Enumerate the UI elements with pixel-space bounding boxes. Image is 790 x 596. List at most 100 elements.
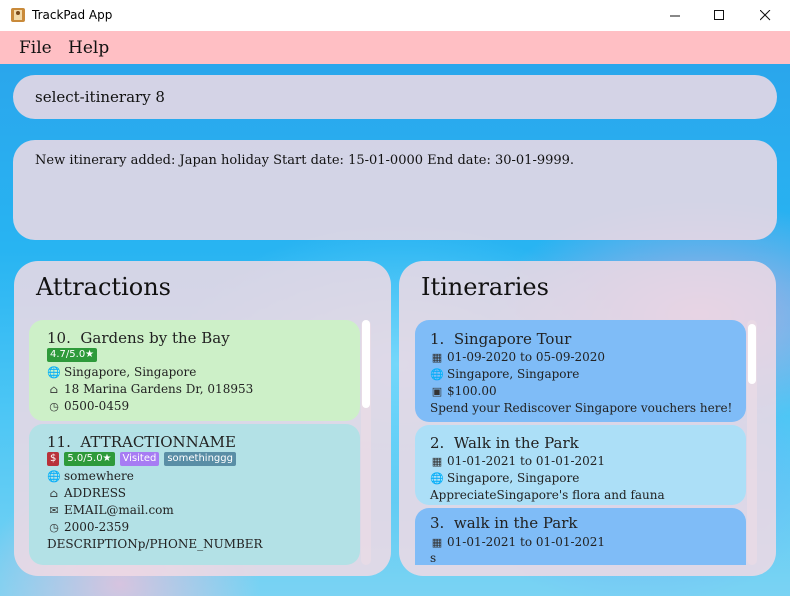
attraction-hours: ◷ 0500-0459 <box>47 399 129 413</box>
budget-text: $100.00 <box>447 384 497 398</box>
rating-badge: 4.7/5.0★ <box>47 348 98 362</box>
itinerary-name-line: 1. Singapore Tour <box>430 330 571 348</box>
hours-text: 0500-0459 <box>64 399 130 413</box>
money-icon: ▣ <box>431 384 443 398</box>
dates-text: 01-01-2021 to 01-01-2021 <box>447 535 606 549</box>
itinerary-name-line: 3. walk in the Park <box>430 514 577 532</box>
window-title: TrackPad App <box>32 8 113 22</box>
price-badge: $ <box>47 452 60 466</box>
itinerary-name: Singapore Tour <box>453 330 572 348</box>
itinerary-description: s <box>430 551 436 565</box>
mail-icon: ✉ <box>49 503 59 517</box>
home-icon: ⌂ <box>49 486 59 500</box>
attractions-list[interactable]: 10. Gardens by the Bay 4.7/5.0★ 🌐 Singap… <box>29 320 360 565</box>
maximize-icon <box>713 10 724 20</box>
attraction-card-selected[interactable]: 10. Gardens by the Bay 4.7/5.0★ 🌐 Singap… <box>29 320 360 421</box>
description-text: AppreciateSingapore's flora and fauna <box>430 488 665 502</box>
description-text: Spend your Rediscover Singapore vouchers… <box>430 401 733 415</box>
attractions-title: Attractions <box>36 273 171 301</box>
itinerary-card-selected[interactable]: 1. Singapore Tour ▦ 01-09-2020 to 05-09-… <box>415 320 746 422</box>
calendar-icon: ▦ <box>431 454 443 468</box>
attraction-name: Gardens by the Bay <box>80 329 230 347</box>
itinerary-index: 1. <box>430 330 445 348</box>
result-display: New itinerary added: Japan holiday Start… <box>13 140 777 240</box>
attractions-scrollbar[interactable] <box>361 320 371 565</box>
calendar-icon: ▦ <box>431 535 443 549</box>
itineraries-list[interactable]: 1. Singapore Tour ▦ 01-09-2020 to 05-09-… <box>415 320 746 565</box>
location-text: somewhere <box>64 469 134 483</box>
attraction-badges: 4.7/5.0★ <box>47 348 102 362</box>
result-text: New itinerary added: Japan holiday Start… <box>35 153 575 168</box>
email-text: EMAIL@mail.com <box>64 503 174 517</box>
itinerary-description: AppreciateSingapore's flora and fauna <box>430 488 665 502</box>
maximize-button[interactable] <box>696 0 742 31</box>
menu-bar: File Help <box>0 31 790 64</box>
itinerary-budget: ▣ $100.00 <box>430 384 497 398</box>
minimize-icon <box>669 15 680 17</box>
globe-icon: 🌐 <box>47 365 61 379</box>
itinerary-dates: ▦ 01-01-2021 to 01-01-2021 <box>430 535 605 549</box>
attraction-location: 🌐 somewhere <box>47 469 134 483</box>
globe-icon: 🌐 <box>47 469 61 483</box>
globe-icon: 🌐 <box>430 471 444 485</box>
window-titlebar: TrackPad App <box>0 0 790 31</box>
menu-help[interactable]: Help <box>68 38 109 58</box>
itinerary-name-line: 2. Walk in the Park <box>430 434 579 452</box>
attraction-location: 🌐 Singapore, Singapore <box>47 365 196 379</box>
itinerary-index: 2. <box>430 434 445 452</box>
attraction-name-line: 10. Gardens by the Bay <box>47 329 230 347</box>
dates-text: 01-01-2021 to 01-01-2021 <box>447 454 606 468</box>
location-text: Singapore, Singapore <box>447 367 580 381</box>
attraction-index: 11. <box>47 433 71 451</box>
app-background: select-itinerary 8 New itinerary added: … <box>0 64 790 596</box>
rating-badge: 5.0/5.0★ <box>64 452 115 466</box>
command-input[interactable]: select-itinerary 8 <box>35 88 165 106</box>
command-box[interactable]: select-itinerary 8 <box>13 75 777 119</box>
attraction-email: ✉ EMAIL@mail.com <box>47 503 174 517</box>
close-button[interactable] <box>742 0 788 31</box>
attraction-name-line: 11. ATTRACTIONNAME <box>47 433 236 451</box>
attraction-card[interactable]: 11. ATTRACTIONNAME $ 5.0/5.0★ Visited so… <box>29 424 360 565</box>
location-text: Singapore, Singapore <box>64 365 197 379</box>
menu-file[interactable]: File <box>19 38 52 58</box>
attraction-address: ⌂ ADDRESS <box>47 486 126 500</box>
home-icon: ⌂ <box>49 382 59 396</box>
attractions-panel: Attractions 10. Gardens by the Bay 4.7/5… <box>14 261 391 576</box>
hours-text: 2000-2359 <box>64 520 130 534</box>
itinerary-name: walk in the Park <box>453 514 578 532</box>
itinerary-card[interactable]: 3. walk in the Park ▦ 01-01-2021 to 01-0… <box>415 508 746 565</box>
itinerary-name: Walk in the Park <box>453 434 579 452</box>
itineraries-scrollbar[interactable] <box>747 320 757 565</box>
dates-text: 01-09-2020 to 05-09-2020 <box>447 350 606 364</box>
description-text: DESCRIPTIONp/PHONE_NUMBER <box>47 537 263 551</box>
attraction-name: ATTRACTIONNAME <box>80 433 236 451</box>
itinerary-card[interactable]: 2. Walk in the Park ▦ 01-01-2021 to 01-0… <box>415 425 746 505</box>
itinerary-location: 🌐 Singapore, Singapore <box>430 471 579 485</box>
attraction-hours: ◷ 2000-2359 <box>47 520 129 534</box>
address-text: ADDRESS <box>64 486 126 500</box>
attraction-index: 10. <box>47 329 71 347</box>
attraction-description: DESCRIPTIONp/PHONE_NUMBER <box>47 537 263 551</box>
attraction-badges: $ 5.0/5.0★ Visited somethinggg <box>47 452 241 466</box>
itinerary-dates: ▦ 01-01-2021 to 01-01-2021 <box>430 454 605 468</box>
attraction-address: ⌂ 18 Marina Gardens Dr, 018953 <box>47 382 253 396</box>
itinerary-location: 🌐 Singapore, Singapore <box>430 367 579 381</box>
itineraries-scroll-thumb[interactable] <box>748 324 756 384</box>
itinerary-description: Spend your Rediscover Singapore vouchers… <box>430 401 732 415</box>
clock-icon: ◷ <box>49 399 59 413</box>
visited-badge: Visited <box>119 452 160 466</box>
app-icon <box>11 8 25 22</box>
close-icon <box>759 10 770 21</box>
itinerary-index: 3. <box>430 514 445 532</box>
itineraries-title: Itineraries <box>421 273 549 301</box>
globe-icon: 🌐 <box>430 367 444 381</box>
calendar-icon: ▦ <box>431 350 443 364</box>
clock-icon: ◷ <box>49 520 59 534</box>
tag-badge: somethinggg <box>164 452 236 466</box>
minimize-button[interactable] <box>652 0 698 31</box>
address-text: 18 Marina Gardens Dr, 018953 <box>64 382 254 396</box>
location-text: Singapore, Singapore <box>447 471 580 485</box>
itineraries-panel: Itineraries 1. Singapore Tour ▦ 01-09-20… <box>399 261 776 576</box>
description-text: s <box>430 551 437 565</box>
attractions-scroll-thumb[interactable] <box>362 320 370 408</box>
